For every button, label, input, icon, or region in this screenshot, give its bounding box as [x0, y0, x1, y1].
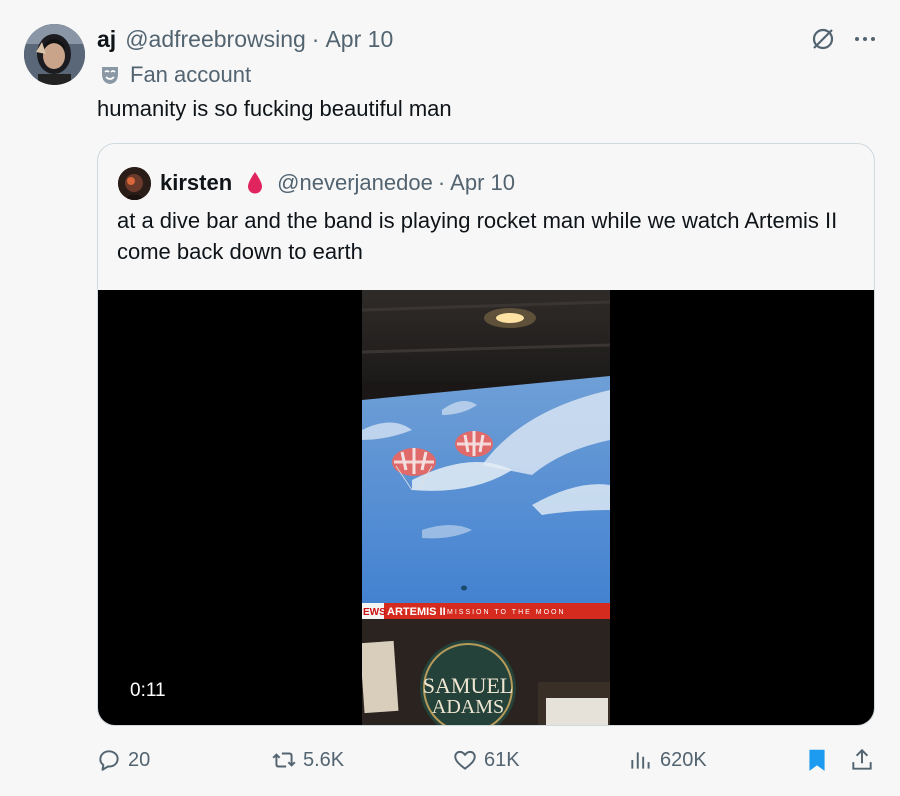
- separator: ·: [437, 170, 446, 195]
- quoted-post-date[interactable]: Apr 10: [450, 170, 515, 196]
- sign-line1-text: SAMUEL: [423, 673, 513, 698]
- bookmark-button[interactable]: [804, 742, 836, 778]
- fan-account-badge[interactable]: Fan account: [99, 61, 251, 89]
- more-icon[interactable]: [852, 26, 878, 52]
- video-frame[interactable]: EWS ARTEMIS II MISSION TO THE MOON SAMUE…: [359, 290, 611, 725]
- heart-icon: [454, 750, 476, 770]
- post-header: aj @adfreebrowsing · Apr 10: [97, 24, 393, 54]
- post-date[interactable]: Apr 10: [325, 26, 393, 53]
- ticker-left-text: EWS: [363, 607, 386, 618]
- blood-drop-icon: [245, 171, 265, 195]
- author-name[interactable]: aj: [97, 26, 116, 53]
- like-count: 61K: [484, 748, 520, 771]
- author-handle[interactable]: @adfreebrowsing: [125, 26, 306, 53]
- post-top-actions: [810, 26, 878, 52]
- quoted-post-text: at a dive bar and the band is playing ro…: [117, 208, 838, 264]
- sign-line2-text: ADAMS: [432, 696, 504, 718]
- views-icon: [631, 752, 650, 769]
- reply-button[interactable]: 20: [96, 742, 150, 778]
- repost-button[interactable]: 5.6K: [271, 742, 344, 778]
- like-button[interactable]: 61K: [452, 742, 520, 778]
- quoted-author-handle[interactable]: @neverjanedoe: [277, 170, 433, 196]
- fan-account-label: Fan account: [130, 62, 252, 87]
- share-icon: [852, 748, 872, 770]
- ticker-title-text: ARTEMIS II: [387, 606, 446, 618]
- tweet[interactable]: aj @adfreebrowsing · Apr 10 Fan account: [0, 0, 900, 796]
- reply-count: 20: [128, 748, 151, 771]
- views-count: 620K: [660, 748, 707, 771]
- quoted-post-header: kirsten @neverjanedoe · Apr 10: [118, 166, 515, 200]
- share-button[interactable]: [849, 742, 881, 778]
- video-player[interactable]: EWS ARTEMIS II MISSION TO THE MOON SAMUE…: [98, 290, 874, 725]
- quoted-post[interactable]: kirsten @neverjanedoe · Apr 10 at a dive…: [97, 143, 875, 726]
- repost-count: 5.6K: [303, 748, 345, 771]
- repost-icon: [272, 752, 296, 768]
- avatar[interactable]: [24, 24, 85, 85]
- bookmark-icon: [809, 749, 825, 771]
- action-bar: 20 5.6K 61K 620K: [0, 742, 900, 778]
- video-duration: 0:11: [120, 671, 176, 711]
- reply-icon: [99, 750, 119, 771]
- grok-icon[interactable]: [810, 26, 836, 52]
- ticker-subtitle-text: MISSION TO THE MOON: [447, 609, 566, 616]
- quoted-author-name[interactable]: kirsten: [160, 170, 232, 196]
- post-text: humanity is so fucking beautiful man: [97, 96, 452, 121]
- quoted-avatar[interactable]: [118, 166, 151, 200]
- theater-mask-icon: [99, 64, 121, 86]
- separator: ·: [311, 25, 320, 52]
- views-button[interactable]: 620K: [628, 742, 707, 778]
